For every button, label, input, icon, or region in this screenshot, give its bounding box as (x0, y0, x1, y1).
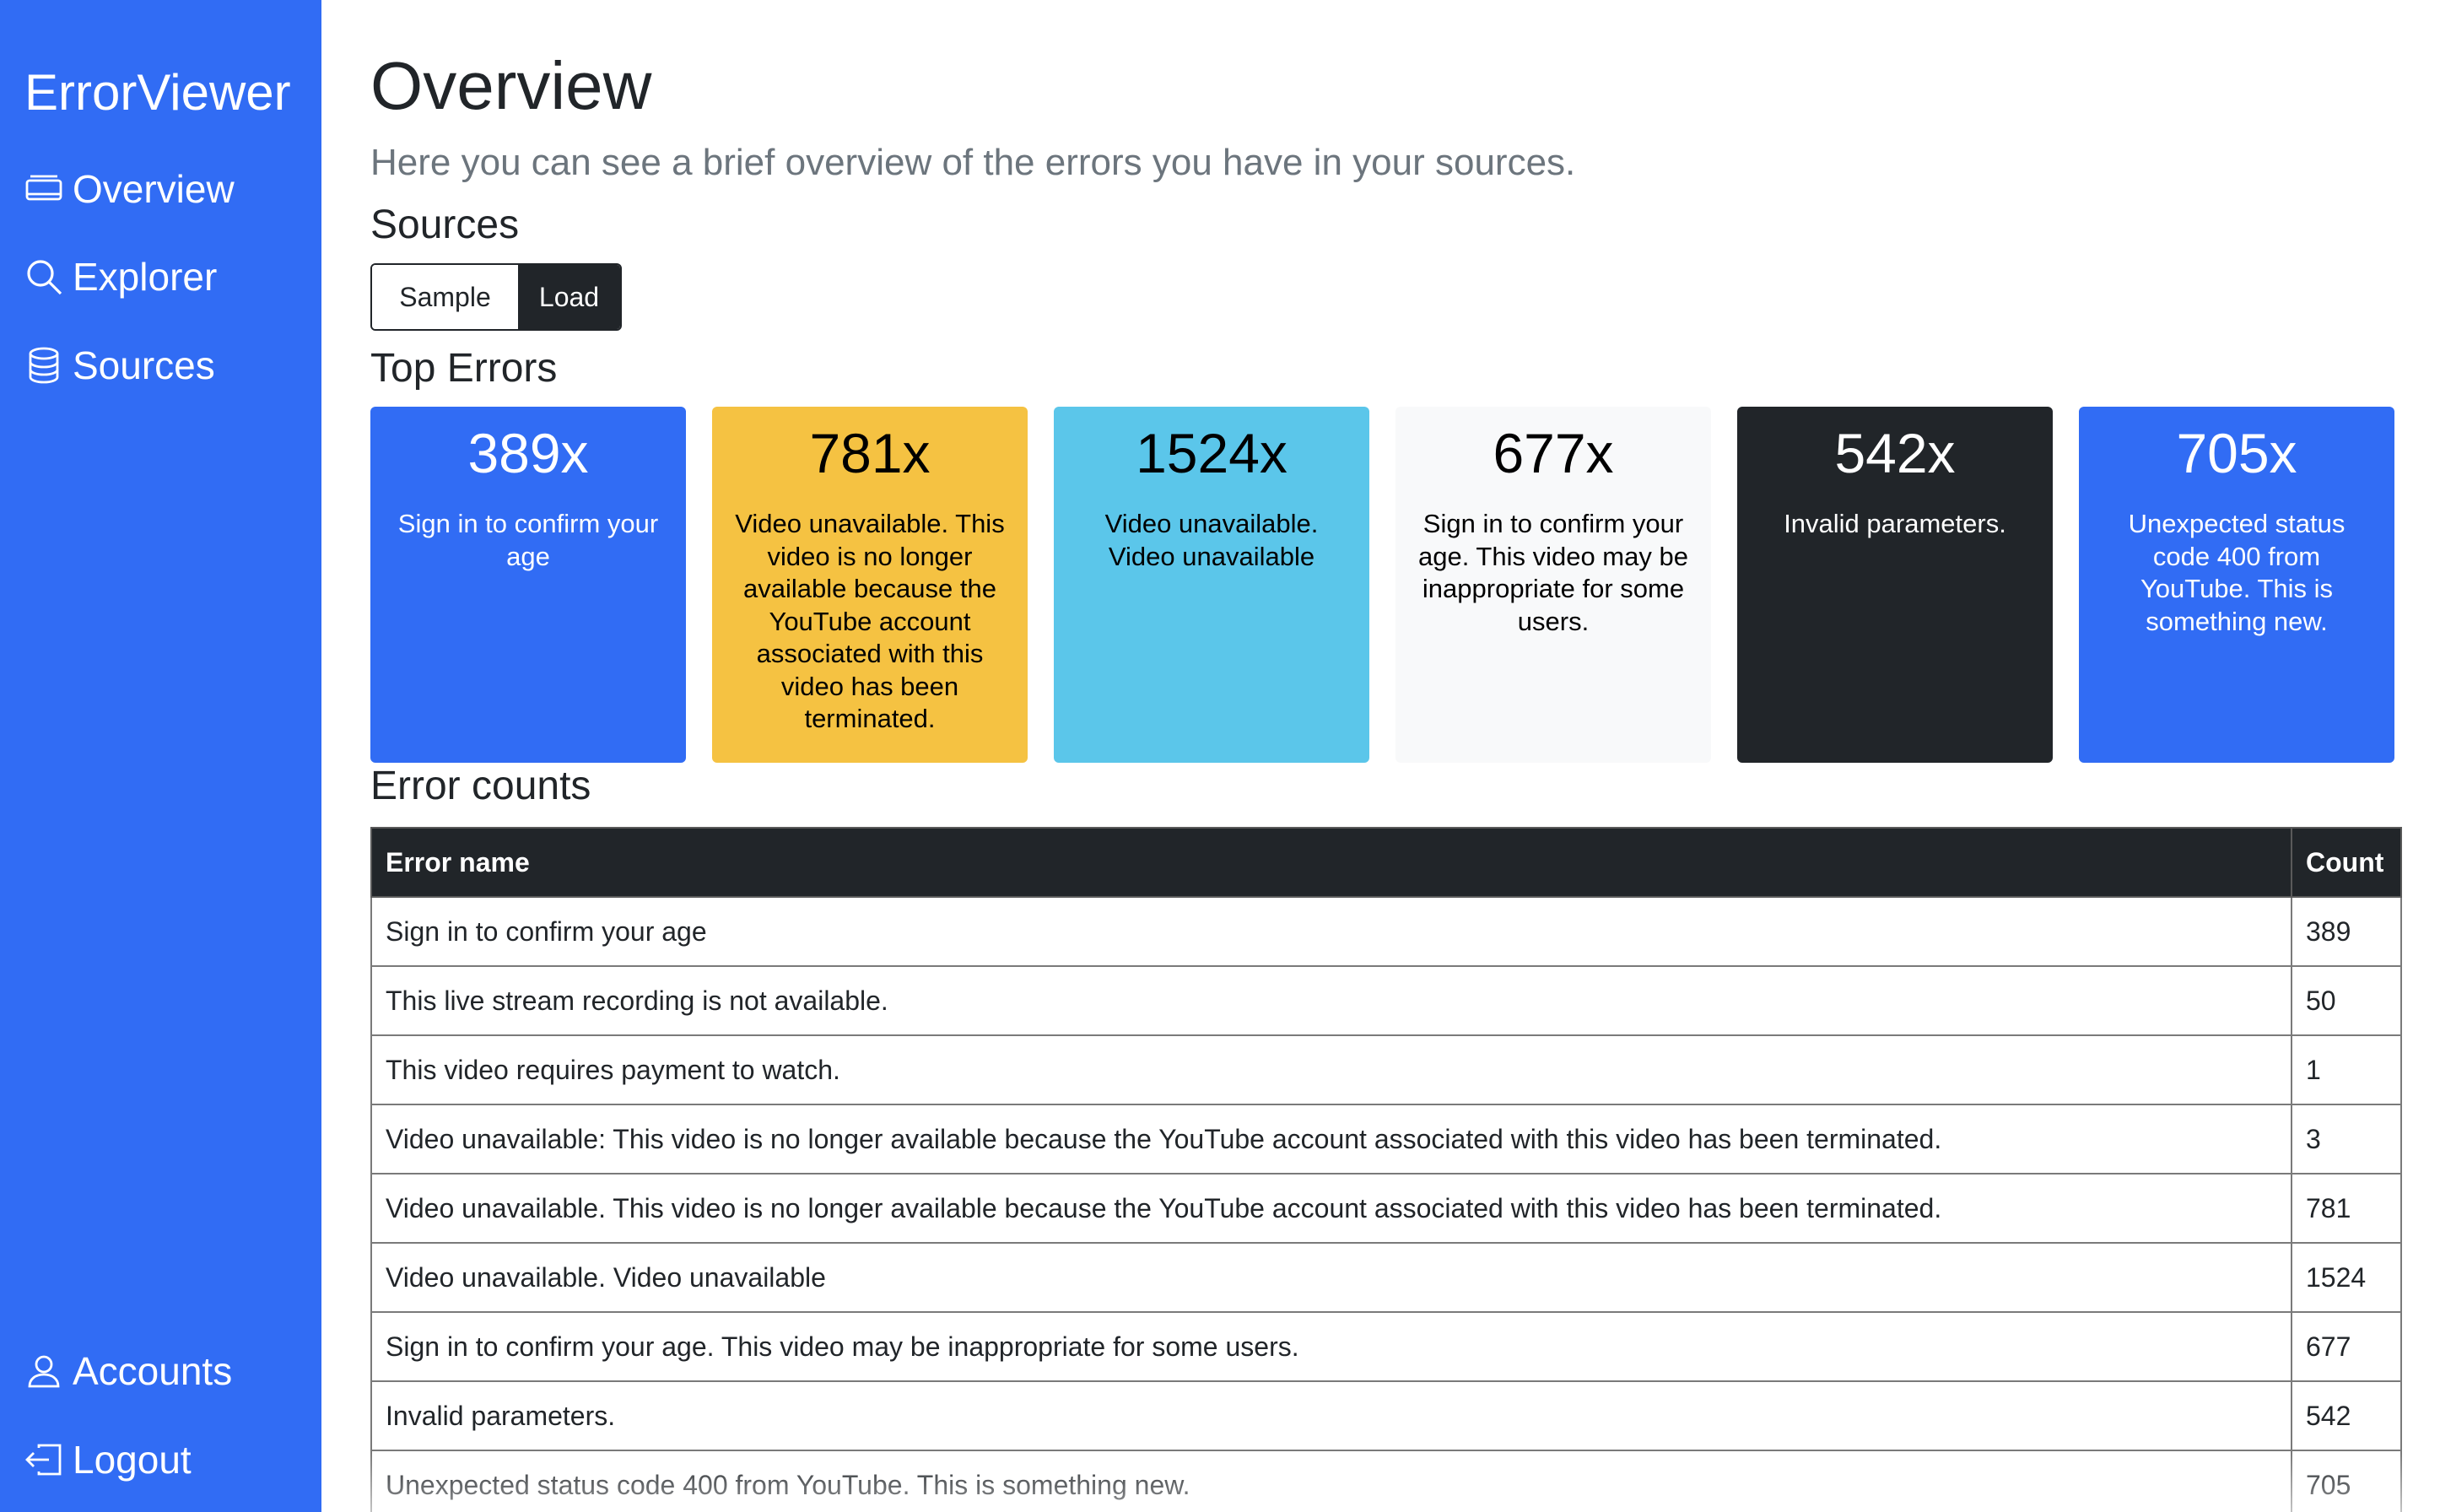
sources-button-group: Sample Load (370, 263, 622, 331)
error-name-cell: Video unavailable. This video is no long… (370, 1173, 2292, 1244)
table-row[interactable]: Video unavailable. Video unavailable 152… (370, 1242, 2402, 1313)
page-title: Overview (370, 48, 652, 123)
error-card[interactable]: 542x Invalid parameters. (1737, 407, 2053, 763)
error-name-cell: Video unavailable. Video unavailable (370, 1242, 2292, 1313)
count-cell: 50 (2291, 965, 2402, 1036)
table-row[interactable]: Sign in to confirm your age 389 (370, 896, 2402, 967)
count-cell: 542 (2291, 1380, 2402, 1451)
error-card-text: Invalid parameters. (1784, 509, 2006, 538)
overview-icon (25, 175, 62, 201)
error-counts-heading: Error counts (370, 764, 591, 808)
table-row[interactable]: Sign in to confirm your age. This video … (370, 1311, 2402, 1382)
sidebar-item-sources[interactable]: Sources (24, 336, 215, 395)
sidebar-item-logout[interactable]: Logout (24, 1430, 192, 1489)
error-name-cell: This live stream recording is not availa… (370, 965, 2292, 1036)
logout-icon (25, 1444, 62, 1476)
load-button[interactable]: Load (518, 265, 620, 329)
error-card-count: 542x (1834, 422, 1956, 484)
brand-logo[interactable]: ErrorViewer (24, 59, 291, 127)
error-card-count: 1524x (1136, 422, 1287, 484)
count-cell: 1 (2291, 1034, 2402, 1105)
count-cell: 389 (2291, 896, 2402, 967)
sample-button[interactable]: Sample (372, 265, 518, 329)
count-cell: 3 (2291, 1104, 2402, 1174)
error-name-cell: This video requires payment to watch. (370, 1034, 2292, 1105)
count-cell: 705 (2291, 1450, 2402, 1512)
table-row[interactable]: Video unavailable. This video is no long… (370, 1173, 2402, 1244)
table-row[interactable]: Invalid parameters. 542 (370, 1380, 2402, 1451)
top-errors-cards: 389x Sign in to confirm your age 781x Vi… (370, 407, 2395, 763)
error-card[interactable]: 1524x Video unavailable. Video unavailab… (1054, 407, 1369, 763)
count-cell: 781 (2291, 1173, 2402, 1244)
sidebar-item-accounts[interactable]: Accounts (24, 1342, 232, 1401)
sidebar-item-label: Sources (73, 343, 215, 387)
table-header-row: Error name Count (370, 827, 2402, 898)
error-name-cell: Unexpected status code 400 from YouTube.… (370, 1450, 2292, 1512)
top-errors-heading: Top Errors (370, 346, 558, 391)
error-card[interactable]: 389x Sign in to confirm your age (370, 407, 686, 763)
count-cell: 677 (2291, 1311, 2402, 1382)
error-name-cell: Invalid parameters. (370, 1380, 2292, 1451)
database-icon (29, 347, 59, 384)
sidebar: ErrorViewer Overview Explorer Sources Ac… (0, 0, 321, 1512)
column-header-error-name[interactable]: Error name (370, 827, 2292, 898)
error-name-cell: Sign in to confirm your age. This video … (370, 1311, 2292, 1382)
sidebar-item-label: Overview (73, 167, 235, 211)
table-row[interactable]: Video unavailable: This video is no long… (370, 1104, 2402, 1174)
count-cell: 1524 (2291, 1242, 2402, 1313)
sidebar-item-label: Logout (73, 1438, 192, 1482)
error-card-text: Video unavailable. This video is no long… (735, 509, 1005, 733)
error-card-count: 677x (1493, 422, 1614, 484)
error-card-text: Sign in to confirm your age. This video … (1418, 509, 1688, 636)
sidebar-item-label: Accounts (73, 1349, 233, 1393)
sources-heading: Sources (370, 202, 520, 247)
error-card[interactable]: 705x Unexpected status code 400 from You… (2079, 407, 2394, 763)
error-card-count: 705x (2176, 422, 2297, 484)
error-counts-table: Error name Count Sign in to confirm your… (370, 827, 2402, 1512)
sidebar-item-explorer[interactable]: Explorer (24, 247, 217, 306)
error-card-text: Video unavailable. Video unavailable (1104, 509, 1319, 571)
error-card-text: Unexpected status code 400 from YouTube.… (2128, 509, 2346, 636)
table-row[interactable]: Unexpected status code 400 from YouTube.… (370, 1450, 2402, 1512)
sidebar-item-label: Explorer (73, 255, 218, 299)
error-card[interactable]: 677x Sign in to confirm your age. This v… (1395, 407, 1711, 763)
error-card[interactable]: 781x Video unavailable. This video is no… (712, 407, 1028, 763)
error-card-text: Sign in to confirm your age (397, 509, 659, 571)
table-row[interactable]: This live stream recording is not availa… (370, 965, 2402, 1036)
sidebar-item-overview[interactable]: Overview (24, 159, 235, 219)
error-name-cell: Sign in to confirm your age (370, 896, 2292, 967)
error-card-count: 781x (809, 422, 931, 484)
search-icon (27, 260, 62, 295)
user-icon (28, 1355, 60, 1388)
page-subtitle: Here you can see a brief overview of the… (370, 142, 1576, 183)
table-row[interactable]: This video requires payment to watch. 1 (370, 1034, 2402, 1105)
error-card-count: 389x (467, 422, 589, 484)
error-name-cell: Video unavailable: This video is no long… (370, 1104, 2292, 1174)
column-header-count[interactable]: Count (2291, 827, 2402, 898)
